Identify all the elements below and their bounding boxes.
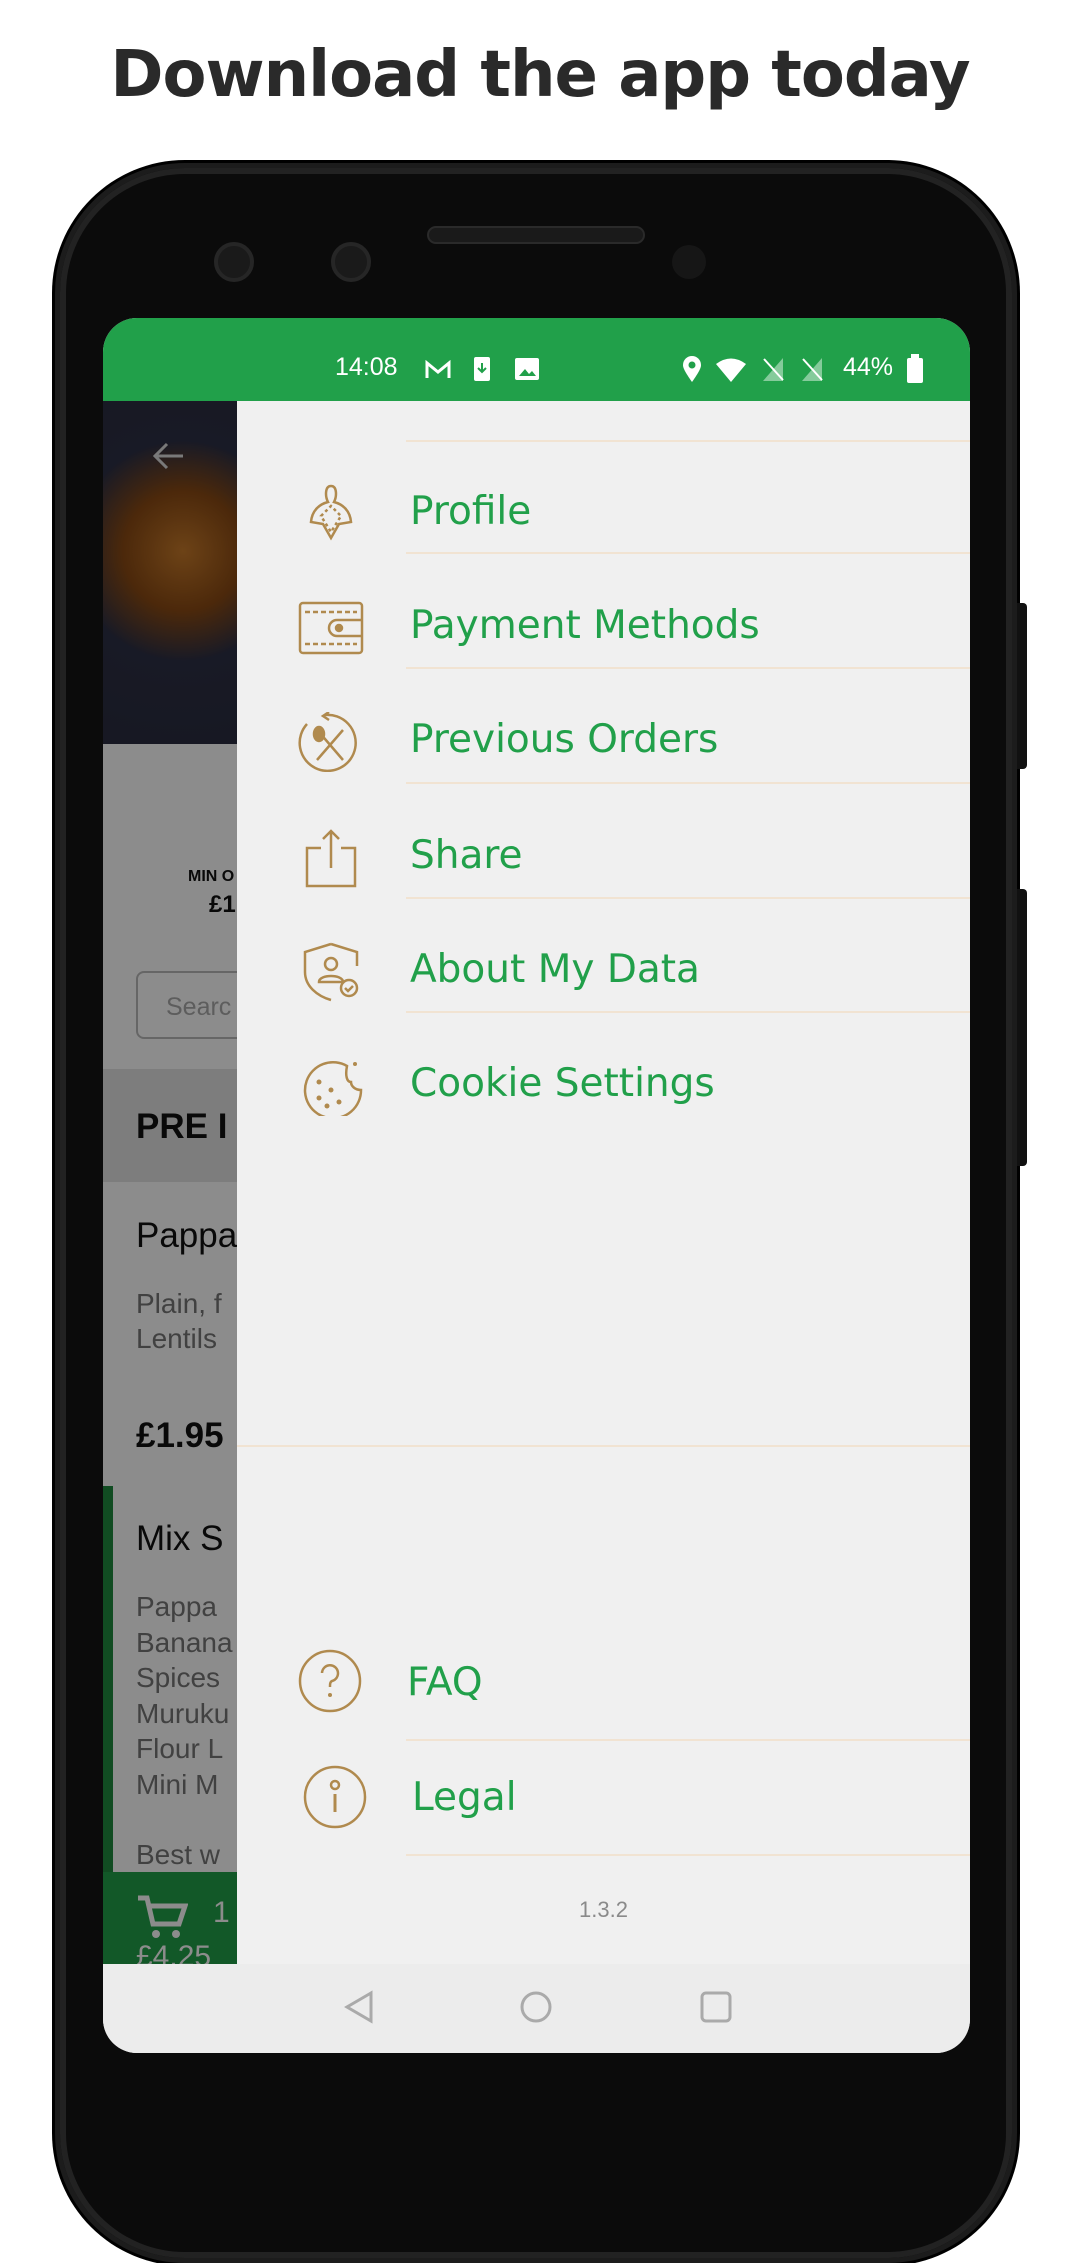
drawer-item-label: Legal: [412, 1775, 517, 1820]
headline: Download the app today: [110, 38, 970, 112]
earpiece-speaker: [427, 226, 645, 244]
home-nav-icon[interactable]: [519, 1990, 553, 2024]
drawer-item-faq[interactable]: FAQ: [237, 1630, 970, 1740]
info-icon: [303, 1765, 367, 1829]
drawer-item-label: FAQ: [407, 1660, 483, 1705]
drawer-item-previous-orders[interactable]: Previous Orders: [237, 687, 970, 797]
download-icon: [474, 357, 490, 381]
drawer-item-label: Previous Orders: [410, 717, 719, 762]
front-camera: [214, 242, 254, 282]
battery-percent: 44%: [843, 353, 894, 381]
data-shield-icon: [303, 942, 359, 1002]
divider: [406, 552, 970, 554]
drawer-item-cookie-settings[interactable]: Cookie Settings: [237, 1031, 970, 1141]
drawer-item-legal[interactable]: Legal: [237, 1745, 970, 1855]
drawer-item-label: Share: [410, 833, 523, 878]
image-icon: [515, 358, 539, 380]
drawer-item-label: Cookie Settings: [410, 1061, 715, 1106]
previous-orders-icon: [298, 712, 357, 772]
no-signal-icon: [763, 358, 784, 381]
system-navigation-bar: [103, 1964, 970, 2053]
divider: [406, 897, 970, 899]
divider: [406, 782, 970, 784]
share-icon: [305, 829, 357, 888]
recents-nav-icon[interactable]: [699, 1990, 733, 2024]
wallet-icon: [298, 601, 364, 655]
divider: [406, 1739, 970, 1741]
divider: [406, 440, 970, 442]
cookie-icon: [303, 1061, 363, 1116]
question-icon: [298, 1649, 362, 1713]
proximity-sensor: [672, 245, 706, 279]
wifi-icon: [716, 358, 746, 382]
app-version: 1.3.2: [579, 1897, 628, 1922]
divider: [406, 1854, 970, 1856]
power-button: [1017, 603, 1027, 769]
drawer-scrim[interactable]: [103, 401, 237, 1964]
back-nav-icon[interactable]: [343, 1990, 375, 2024]
gmail-icon: [425, 360, 451, 378]
battery-icon: [907, 354, 923, 383]
divider: [406, 667, 970, 669]
front-camera-2: [331, 242, 371, 282]
background-restaurant-page: MIN O £1 Searc PRE I Pappa Plain, f Lenti…: [103, 401, 237, 1964]
no-signal-icon: [802, 358, 823, 381]
divider: [237, 1445, 970, 1447]
status-bar: 14:08 44%: [103, 318, 970, 401]
drawer-item-label: About My Data: [410, 947, 700, 992]
status-time: 14:08: [335, 353, 398, 381]
drawer-item-label: Profile: [410, 489, 532, 534]
location-icon: [683, 356, 701, 382]
divider: [406, 1011, 970, 1013]
profile-icon: [309, 484, 353, 541]
drawer-item-label: Payment Methods: [410, 603, 760, 648]
volume-button: [1017, 889, 1027, 1166]
